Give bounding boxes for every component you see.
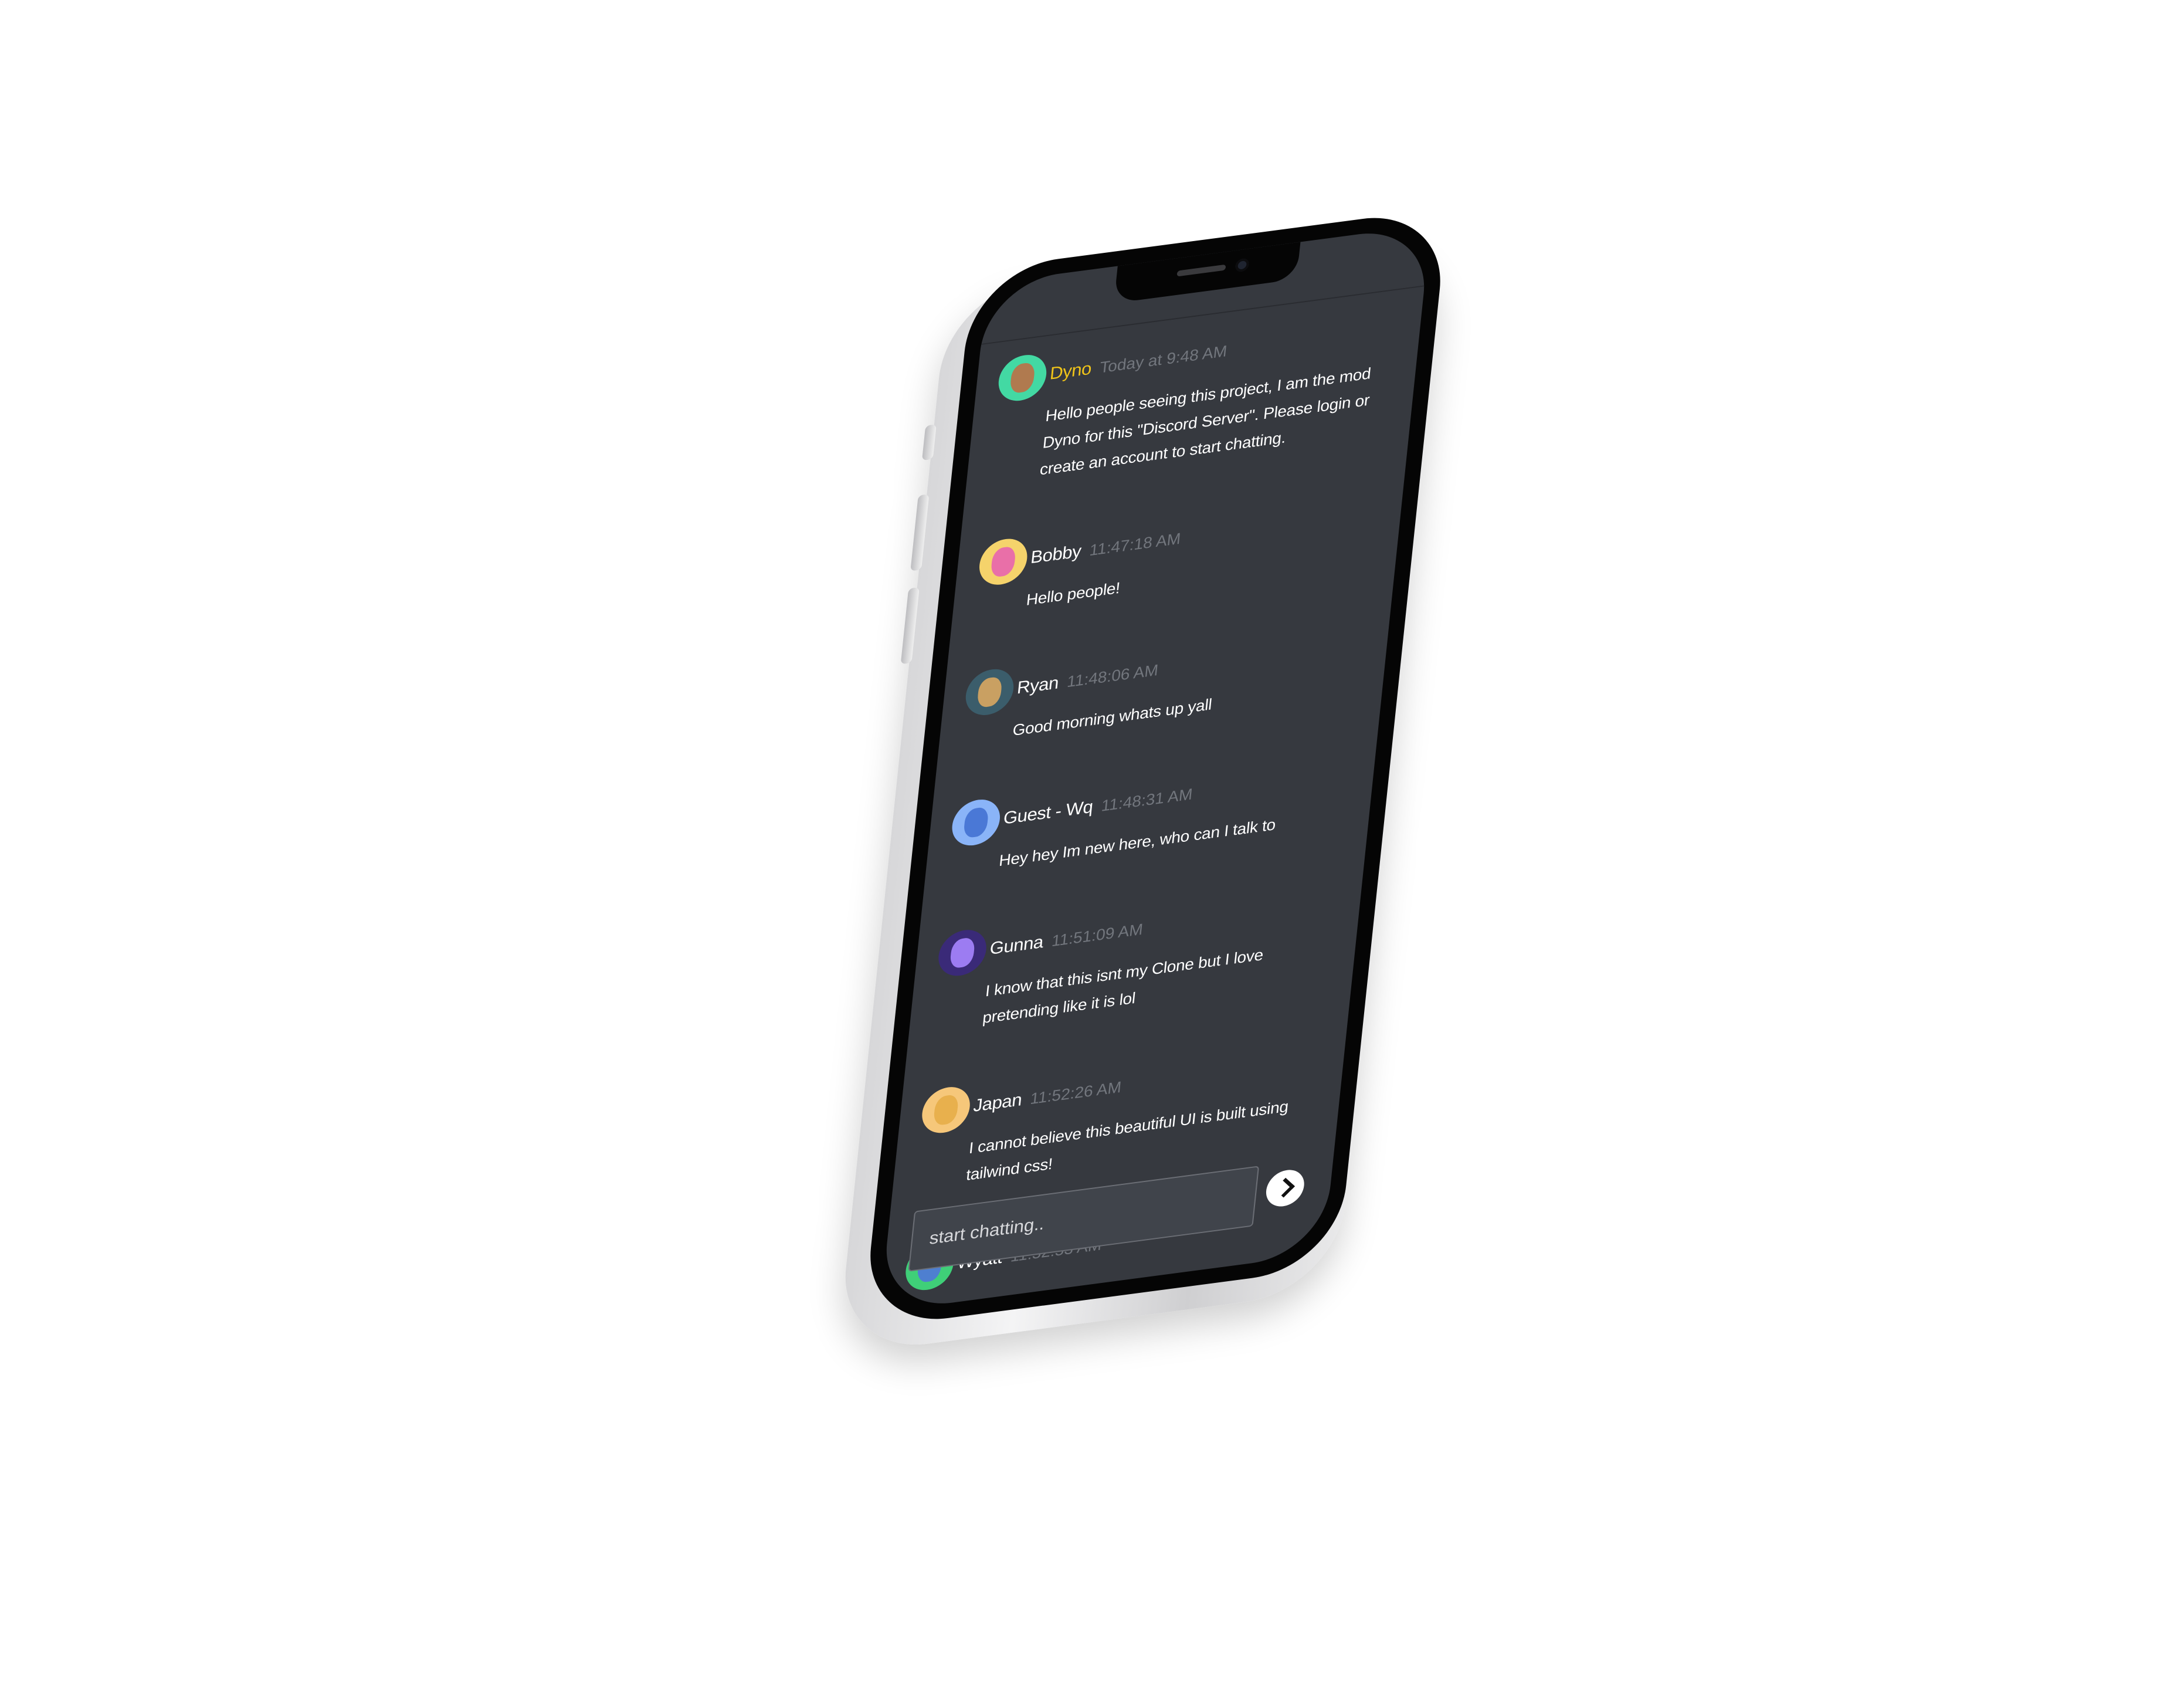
timestamp: 11:48:06 AM — [1066, 661, 1159, 690]
timestamp: 11:51:09 AM — [1050, 920, 1144, 950]
message-item: Ryan 11:48:06 AM Good morning whats up y… — [960, 617, 1371, 750]
notch — [1114, 242, 1301, 303]
timestamp: 11:48:31 AM — [1100, 785, 1194, 815]
phone-mockup: Dyno Today at 9:48 AM Hello people seein… — [836, 207, 1449, 1356]
chat-screen: Dyno Today at 9:48 AM Hello people seein… — [880, 225, 1431, 1312]
avatar[interactable] — [996, 352, 1049, 404]
timestamp: Today at 9:48 AM — [1098, 341, 1228, 377]
message-item: Dyno Today at 9:48 AM Hello people seein… — [988, 303, 1404, 490]
avatar[interactable] — [936, 927, 989, 979]
avatar[interactable] — [949, 797, 1002, 849]
stage: Dyno Today at 9:48 AM Hello people seein… — [0, 0, 2184, 1683]
timestamp: 11:52:26 AM — [1029, 1078, 1122, 1108]
message-list[interactable]: Dyno Today at 9:48 AM Hello people seein… — [898, 303, 1403, 1312]
username[interactable]: Gunna — [989, 932, 1044, 959]
chevron-right-icon — [1274, 1177, 1296, 1198]
username[interactable]: Guest - Wq — [1002, 797, 1094, 829]
camera-icon — [1235, 258, 1250, 273]
timestamp: 11:47:18 AM — [1088, 529, 1182, 559]
avatar[interactable] — [963, 666, 1016, 718]
avatar[interactable] — [977, 536, 1030, 588]
username[interactable]: Ryan — [1016, 673, 1060, 699]
avatar[interactable] — [920, 1084, 972, 1136]
message-item: Japan 11:52:26 AM I cannot believe this … — [914, 1035, 1327, 1196]
message-item: Bobby 11:47:18 AM Hello people! — [974, 487, 1384, 620]
username[interactable]: Japan — [972, 1090, 1023, 1116]
speaker-grille — [1176, 264, 1226, 277]
message-item: Guest - Wq 11:48:31 AM Hey hey Im new he… — [947, 747, 1357, 881]
username[interactable]: Dyno — [1049, 359, 1093, 384]
message-item: Gunna 11:51:09 AM I know that this isnt … — [930, 878, 1344, 1038]
username[interactable]: Bobby — [1030, 541, 1082, 568]
